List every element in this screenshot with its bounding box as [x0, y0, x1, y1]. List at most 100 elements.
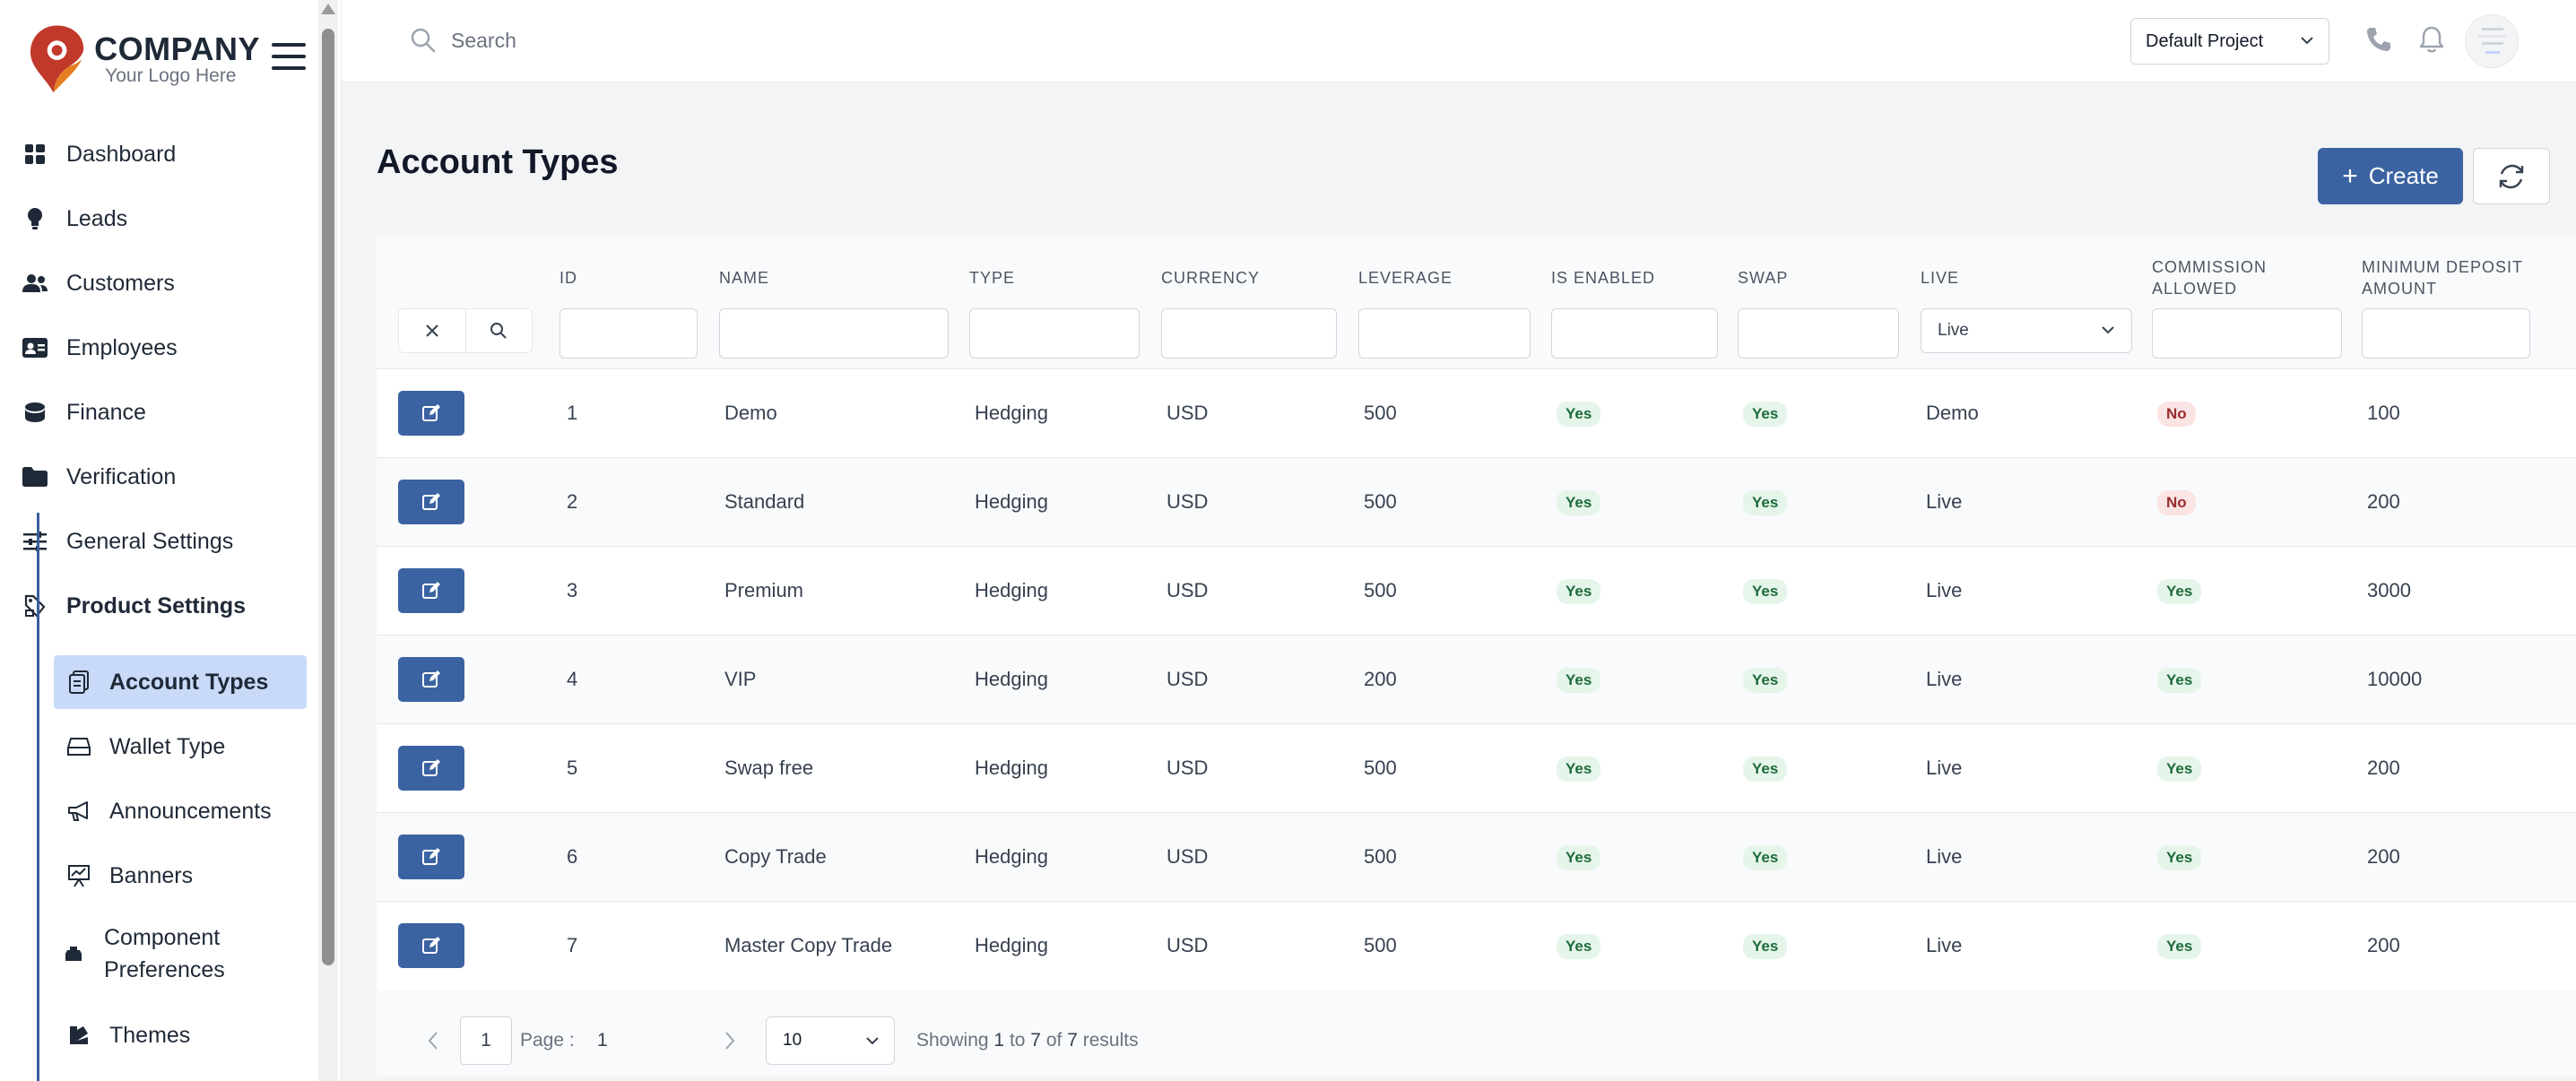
- edit-button[interactable]: [398, 568, 464, 613]
- cell-enabled-badge: Yes: [1557, 490, 1601, 515]
- coins-icon: [22, 399, 48, 426]
- avatar[interactable]: [2465, 14, 2519, 68]
- phone-icon[interactable]: [2361, 22, 2397, 57]
- edit-button[interactable]: [398, 657, 464, 702]
- sidebar-item-label: Verification: [66, 463, 177, 489]
- cell-name: Copy Trade: [724, 845, 827, 868]
- table-row: 7 Master Copy Trade Hedging USD 500 Yes Yes Liv…: [377, 902, 2576, 990]
- edit-button[interactable]: [398, 746, 464, 791]
- sidebar-item-customers[interactable]: Customers: [22, 263, 175, 304]
- cell-min-deposit: 3000: [2367, 579, 2411, 601]
- search-icon: [410, 27, 437, 54]
- page-size-select[interactable]: 10: [766, 1016, 895, 1065]
- cell-leverage: 200: [1364, 668, 1397, 690]
- cell-swap-badge: Yes: [1743, 402, 1788, 427]
- table-row: 5 Swap free Hedging USD 500 Yes Yes Live Yes 200: [377, 724, 2576, 813]
- cell-name: VIP: [724, 668, 757, 690]
- bell-icon[interactable]: [2414, 22, 2450, 57]
- sidebar-item-product-settings[interactable]: Product Settings: [22, 585, 246, 627]
- cell-live: Live: [1926, 757, 1963, 779]
- cell-commission-badge: Yes: [2157, 579, 2202, 604]
- top-header: Default Project: [342, 0, 2576, 82]
- sidebar-subitem-label: Wallet Type: [109, 733, 226, 759]
- col-header-swap: SWAP: [1738, 269, 1789, 287]
- sidebar-item-label: Customers: [66, 270, 175, 296]
- filter-name-input[interactable]: [719, 308, 949, 359]
- cell-min-deposit: 200: [2367, 934, 2400, 956]
- users-icon: [22, 270, 48, 297]
- edit-button[interactable]: [398, 835, 464, 879]
- cell-swap-badge: Yes: [1743, 757, 1788, 782]
- clear-filters-button[interactable]: [399, 309, 465, 352]
- prev-page-button[interactable]: [409, 1016, 457, 1065]
- filter-is-enabled-input[interactable]: [1551, 308, 1718, 359]
- logo-pin-icon: [30, 25, 84, 93]
- filter-leverage-input[interactable]: [1358, 308, 1531, 359]
- create-button[interactable]: + Create: [2318, 148, 2463, 204]
- sidebar-subitem-banners[interactable]: Banners: [54, 855, 307, 896]
- filter-currency-input[interactable]: [1161, 308, 1337, 359]
- sidebar-subitem-label: Banners: [109, 862, 194, 888]
- project-select[interactable]: Default Project: [2130, 18, 2329, 65]
- page-size-value: 10: [783, 1031, 802, 1050]
- cell-live: Live: [1926, 579, 1963, 601]
- filter-commission-input[interactable]: [2152, 308, 2342, 359]
- filter-min-deposit-input[interactable]: [2362, 308, 2530, 359]
- results-of-word: of: [1045, 1030, 1062, 1051]
- col-header-minimum-deposit-amount: MINIMUM DEPOSIT AMOUNT: [2362, 256, 2523, 299]
- sidebar-subitem-themes[interactable]: Themes: [54, 1015, 307, 1056]
- results-word: results: [1082, 1030, 1139, 1051]
- sidebar-subitem-account-types[interactable]: Account Types: [54, 655, 307, 709]
- col-header-min-deposit-line1: MINIMUM DEPOSIT: [2362, 258, 2523, 276]
- cell-enabled-badge: Yes: [1557, 579, 1601, 604]
- table-row: 2 Standard Hedging USD 500 Yes Yes Live No 200: [377, 458, 2576, 547]
- refresh-button[interactable]: [2473, 148, 2550, 204]
- menu-toggle-icon[interactable]: [272, 43, 306, 70]
- next-page-button[interactable]: [706, 1016, 754, 1065]
- sidebar-subitem-wallet-type[interactable]: Wallet Type: [54, 726, 307, 767]
- current-page-box[interactable]: 1: [460, 1016, 512, 1065]
- table-row: 1 Demo Hedging USD 500 Yes Yes Demo No 100: [377, 369, 2576, 458]
- wallet-icon: [66, 734, 91, 759]
- sidebar-item-verification[interactable]: Verification: [22, 456, 176, 497]
- edit-icon: [422, 670, 440, 688]
- company-logo[interactable]: COMPANY Your Logo Here: [27, 23, 260, 95]
- cell-min-deposit: 200: [2367, 757, 2400, 779]
- cell-live: Live: [1926, 845, 1963, 868]
- sidebar-scroll-thumb[interactable]: [322, 29, 334, 965]
- sidebar-item-finance[interactable]: Finance: [22, 392, 146, 433]
- sidebar-subitem-announcements[interactable]: Announcements: [54, 791, 307, 832]
- folder-icon: [22, 463, 48, 490]
- col-header-name: NAME: [719, 269, 770, 287]
- sidebar-subitem-component-preferences[interactable]: Component Preferences: [54, 920, 307, 988]
- cell-id: 4: [567, 668, 578, 690]
- cell-leverage: 500: [1364, 490, 1397, 513]
- edit-button[interactable]: [398, 480, 464, 524]
- edit-icon: [422, 937, 440, 954]
- search-input[interactable]: [451, 23, 899, 57]
- col-header-commission-line2: ALLOWED: [2152, 280, 2238, 298]
- cell-id: 2: [567, 490, 578, 513]
- filter-live-select[interactable]: Live: [1921, 308, 2132, 353]
- presentation-icon: [66, 863, 91, 888]
- sidebar-item-dashboard[interactable]: Dashboard: [22, 134, 176, 175]
- cell-live: Live: [1926, 668, 1963, 690]
- filter-type-input[interactable]: [969, 308, 1140, 359]
- filter-swap-input[interactable]: [1738, 308, 1899, 359]
- results-total: 7: [1067, 1030, 1078, 1051]
- page-title: Account Types: [377, 143, 619, 181]
- cell-type: Hedging: [975, 402, 1048, 424]
- table-row: 4 VIP Hedging USD 200 Yes Yes Live Yes 10000: [377, 636, 2576, 724]
- project-select-value: Default Project: [2146, 30, 2264, 51]
- sidebar-item-leads[interactable]: Leads: [22, 198, 127, 239]
- scroll-up-arrow-icon[interactable]: [321, 4, 335, 14]
- edit-button[interactable]: [398, 391, 464, 436]
- filter-id-input[interactable]: [559, 308, 698, 359]
- copy-icon: [66, 670, 91, 695]
- cell-min-deposit: 10000: [2367, 668, 2423, 690]
- sidebar-item-general-settings[interactable]: General Settings: [22, 521, 233, 562]
- cell-min-deposit: 200: [2367, 845, 2400, 868]
- sidebar-item-employees[interactable]: Employees: [22, 327, 178, 368]
- apply-filters-button[interactable]: [464, 309, 533, 352]
- edit-button[interactable]: [398, 923, 464, 968]
